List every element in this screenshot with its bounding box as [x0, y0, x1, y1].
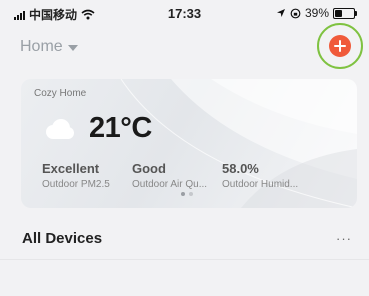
stat-pm25: Excellent Outdoor PM2.5	[42, 161, 110, 190]
home-selector[interactable]: Home	[20, 38, 78, 56]
divider	[0, 259, 369, 260]
stat-label: Outdoor PM2.5	[42, 179, 110, 190]
stat-value: Excellent	[42, 161, 100, 176]
weather-card[interactable]: Cozy Home 21°C Excellent Outdoor PM2.5 G…	[21, 79, 357, 208]
page-dot[interactable]	[189, 192, 193, 196]
temperature: 21°C	[89, 112, 152, 144]
add-device-button[interactable]	[329, 35, 351, 57]
more-options-button[interactable]: ···	[336, 231, 352, 246]
home-name: Cozy Home	[34, 88, 87, 99]
add-device-highlight[interactable]	[317, 23, 363, 69]
section-title: All Devices	[22, 230, 103, 247]
battery-percent: 39%	[304, 6, 329, 20]
status-bar: 中国移动 17:33 39%	[0, 0, 369, 26]
orientation-lock-icon	[290, 8, 301, 18]
stat-label: Outdoor Humid...	[222, 179, 299, 190]
battery-fill	[335, 9, 343, 17]
page-indicator[interactable]	[181, 192, 193, 196]
status-right: 39%	[276, 6, 357, 20]
battery-icon	[333, 7, 357, 19]
stat-air-quality: Good Outdoor Air Qu...	[132, 161, 207, 190]
stat-value: 58.0%	[222, 161, 259, 176]
stat-humidity: 58.0% Outdoor Humid...	[222, 161, 298, 190]
stat-label: Outdoor Air Qu...	[132, 179, 208, 190]
location-arrow-icon	[276, 9, 285, 17]
home-selector-label: Home	[20, 38, 63, 55]
caret-down-icon	[67, 45, 78, 51]
cloud-icon	[43, 118, 75, 140]
page-dot[interactable]	[181, 192, 185, 196]
stat-value: Good	[132, 161, 166, 176]
